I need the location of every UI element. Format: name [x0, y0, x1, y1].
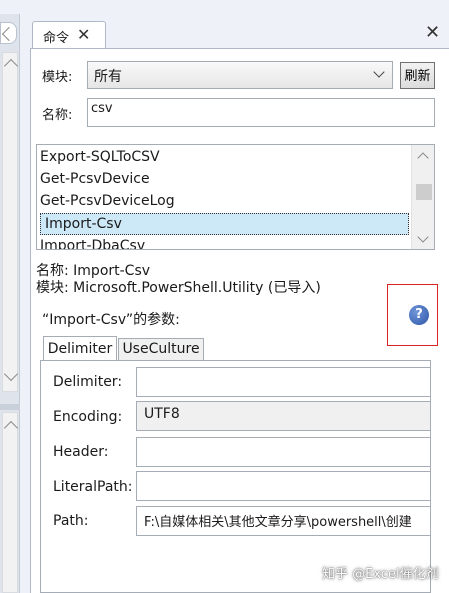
tab-useculture[interactable]: UseCulture: [118, 338, 204, 361]
delimiter-label: Delimiter:: [53, 374, 123, 390]
params-heading: “Import-Csv”的参数:: [42, 312, 180, 328]
command-list-scrollbar[interactable]: [411, 145, 434, 249]
chevron-down-icon: [373, 66, 385, 78]
encoding-value: UTF8: [144, 406, 180, 422]
name-filter-input[interactable]: csv: [87, 98, 435, 127]
module-dropdown-value: 所有: [94, 69, 122, 85]
literalpath-label: LiteralPath:: [53, 479, 133, 495]
chevron-up-icon: [3, 420, 19, 436]
path-label: Path:: [53, 513, 89, 529]
chevron-left-icon: [1, 26, 17, 42]
left-pane-scrollbar-bottom[interactable]: [2, 412, 19, 593]
tab-commands[interactable]: 命令 ✕: [32, 21, 106, 49]
list-item[interactable]: Export-SQLToCSV: [40, 146, 160, 168]
list-item[interactable]: Import-DbaCsv: [40, 235, 145, 249]
refresh-button[interactable]: 刷新: [400, 62, 435, 89]
list-item[interactable]: Get-PcsvDevice: [40, 168, 150, 190]
command-module-info: 模块: Microsoft.PowerShell.Utility (已导入): [36, 280, 321, 296]
question-mark-icon[interactable]: ?: [409, 305, 429, 325]
scrollbar-thumb[interactable]: [416, 184, 432, 200]
literalpath-input[interactable]: [136, 471, 431, 501]
chevron-down-icon: [3, 366, 19, 382]
left-pane-scrollbar-top[interactable]: [2, 52, 19, 392]
list-item[interactable]: Get-PcsvDeviceLog: [40, 190, 175, 212]
header-label: Header:: [53, 444, 109, 460]
chevron-up-icon: [3, 58, 19, 74]
chevron-up-icon[interactable]: [417, 152, 429, 164]
command-list[interactable]: Export-SQLToCSV Get-PcsvDevice Get-PcsvD…: [36, 144, 435, 250]
module-dropdown[interactable]: 所有: [87, 61, 393, 89]
close-icon[interactable]: ✕: [77, 25, 90, 44]
watermark: 知乎 @Excel催化剂: [322, 567, 439, 582]
tab-delimiter[interactable]: Delimiter: [43, 336, 117, 362]
left-pane-splitter[interactable]: [0, 404, 20, 410]
module-label: 模块:: [42, 70, 73, 85]
chevron-down-icon[interactable]: [417, 231, 429, 243]
tab-commands-label: 命令: [43, 31, 70, 46]
list-item-selected[interactable]: Import-Csv: [40, 213, 409, 235]
name-label: 名称:: [42, 108, 73, 123]
encoding-label: Encoding:: [53, 409, 123, 425]
header-input[interactable]: [136, 437, 431, 467]
delimiter-input[interactable]: [136, 367, 431, 397]
path-value: F:\自媒体相关\其他文章分享\powershell\创建: [144, 515, 412, 530]
path-input[interactable]: F:\自媒体相关\其他文章分享\powershell\创建: [136, 506, 431, 536]
left-pane-chevron-button[interactable]: [0, 22, 17, 44]
panel-close-icon[interactable]: ✕: [425, 22, 440, 43]
name-filter-value: csv: [91, 101, 113, 116]
encoding-dropdown[interactable]: UTF8: [136, 401, 431, 431]
